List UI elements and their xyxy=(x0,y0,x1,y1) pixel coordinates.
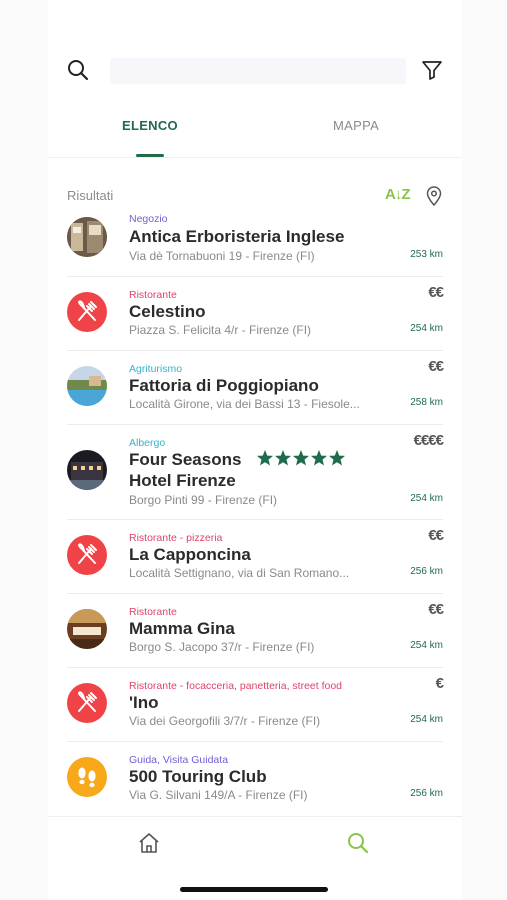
home-indicator[interactable] xyxy=(180,887,328,892)
item-name: Four Seasons xyxy=(129,449,346,470)
list-item[interactable]: €€ Ristorante Mamma Gina Borgo S. Jacopo… xyxy=(67,594,444,668)
item-name: Mamma Gina xyxy=(129,619,235,638)
filter-icon[interactable] xyxy=(420,58,444,82)
item-name: 'Ino xyxy=(129,693,159,712)
list-item[interactable]: € Ristorante - focacceria, panetteria, s… xyxy=(67,668,444,742)
sort-az-button[interactable]: A↓Z xyxy=(385,186,410,203)
list-item[interactable]: €€€€ Albergo Four Seasons Hotel Firenze … xyxy=(67,425,444,520)
home-icon[interactable] xyxy=(137,831,161,855)
tab-elenco[interactable]: ELENCO xyxy=(122,118,178,133)
item-price: €€ xyxy=(428,601,444,618)
item-price: €€€€ xyxy=(413,432,444,449)
app-screen: ELENCO MAPPA Risultati A↓Z Negozio Antic… xyxy=(48,0,462,900)
item-distance: 254 km xyxy=(410,640,443,651)
item-address: Borgo Pinti 99 - Firenze (FI) xyxy=(129,493,278,507)
item-distance: 254 km xyxy=(410,714,443,725)
list-item[interactable]: Negozio Antica Erboristeria Inglese Via … xyxy=(67,210,443,277)
left-margin xyxy=(0,0,48,900)
search-icon[interactable] xyxy=(66,58,90,82)
item-address: Piazza S. Felicita 4/r - Firenze (FI) xyxy=(129,323,312,337)
item-category: Negozio xyxy=(129,213,168,225)
view-tabs: ELENCO MAPPA xyxy=(48,108,462,158)
item-distance: 254 km xyxy=(410,493,443,504)
bottom-nav xyxy=(48,816,462,900)
item-category: Agriturismo xyxy=(129,363,183,375)
list-item[interactable]: €€ Ristorante - pizzeria La Capponcina L… xyxy=(67,520,444,594)
item-name-line1: Four Seasons xyxy=(129,450,242,469)
item-category: Ristorante xyxy=(129,606,177,618)
pool-photo xyxy=(67,366,107,406)
item-name: Antica Erboristeria Inglese xyxy=(129,227,345,246)
item-name: 500 Touring Club xyxy=(129,767,267,786)
fork-knife-icon xyxy=(67,683,107,723)
item-category: Ristorante - pizzeria xyxy=(129,532,223,544)
list-item[interactable]: €€ Ristorante Celestino Piazza S. Felici… xyxy=(67,277,444,351)
active-tab-indicator xyxy=(136,154,164,157)
item-address: Via dè Tornabuoni 19 - Firenze (FI) xyxy=(129,249,315,263)
item-name: Fattoria di Poggiopiano xyxy=(129,376,319,395)
list-item[interactable]: €€ Agriturismo Fattoria di Poggiopiano L… xyxy=(67,351,444,425)
tab-mappa[interactable]: MAPPA xyxy=(333,118,379,133)
item-category: Albergo xyxy=(129,437,166,449)
search-input[interactable] xyxy=(110,58,406,84)
list-item[interactable]: Guida, Visita Guidata 500 Touring Club V… xyxy=(67,742,443,816)
item-address: Borgo S. Jacopo 37/r - Firenze (FI) xyxy=(129,640,315,654)
restaurant-photo xyxy=(67,609,107,649)
item-price: €€ xyxy=(428,527,444,544)
item-distance: 254 km xyxy=(410,323,443,334)
item-category: Ristorante xyxy=(129,289,177,301)
item-distance: 256 km xyxy=(410,566,443,577)
hotel-photo xyxy=(67,450,107,490)
footprints-icon xyxy=(67,757,107,797)
fork-knife-icon xyxy=(67,292,107,332)
rating-stars-icon xyxy=(257,450,346,466)
item-price: €€ xyxy=(428,358,444,375)
item-name: La Capponcina xyxy=(129,545,251,564)
item-distance: 253 km xyxy=(410,249,443,260)
right-margin xyxy=(462,0,507,900)
item-name-line2: Hotel Firenze xyxy=(129,471,236,490)
item-address: Via G. Silvani 149/A - Firenze (FI) xyxy=(129,788,308,802)
item-category: Ristorante - focacceria, panetteria, str… xyxy=(129,680,343,692)
item-name: Celestino xyxy=(129,302,206,321)
fork-knife-icon xyxy=(67,535,107,575)
shop-photo xyxy=(67,217,107,257)
item-address: Località Girone, via dei Bassi 13 - Fies… xyxy=(129,397,360,411)
item-price: € xyxy=(435,675,444,692)
results-label: Risultati xyxy=(67,188,114,203)
location-pin-icon[interactable] xyxy=(425,186,443,206)
item-distance: 258 km xyxy=(410,397,443,408)
item-distance: 256 km xyxy=(410,788,443,799)
item-address: Località Settignano, via di San Romano..… xyxy=(129,566,350,580)
search-bar xyxy=(66,58,444,84)
item-category: Guida, Visita Guidata xyxy=(129,754,229,766)
item-address: Via dei Georgofili 3/7/r - Firenze (FI) xyxy=(129,714,321,728)
search-icon[interactable] xyxy=(346,831,370,855)
item-price: €€ xyxy=(428,284,444,301)
results-header: Risultati A↓Z xyxy=(67,186,443,206)
